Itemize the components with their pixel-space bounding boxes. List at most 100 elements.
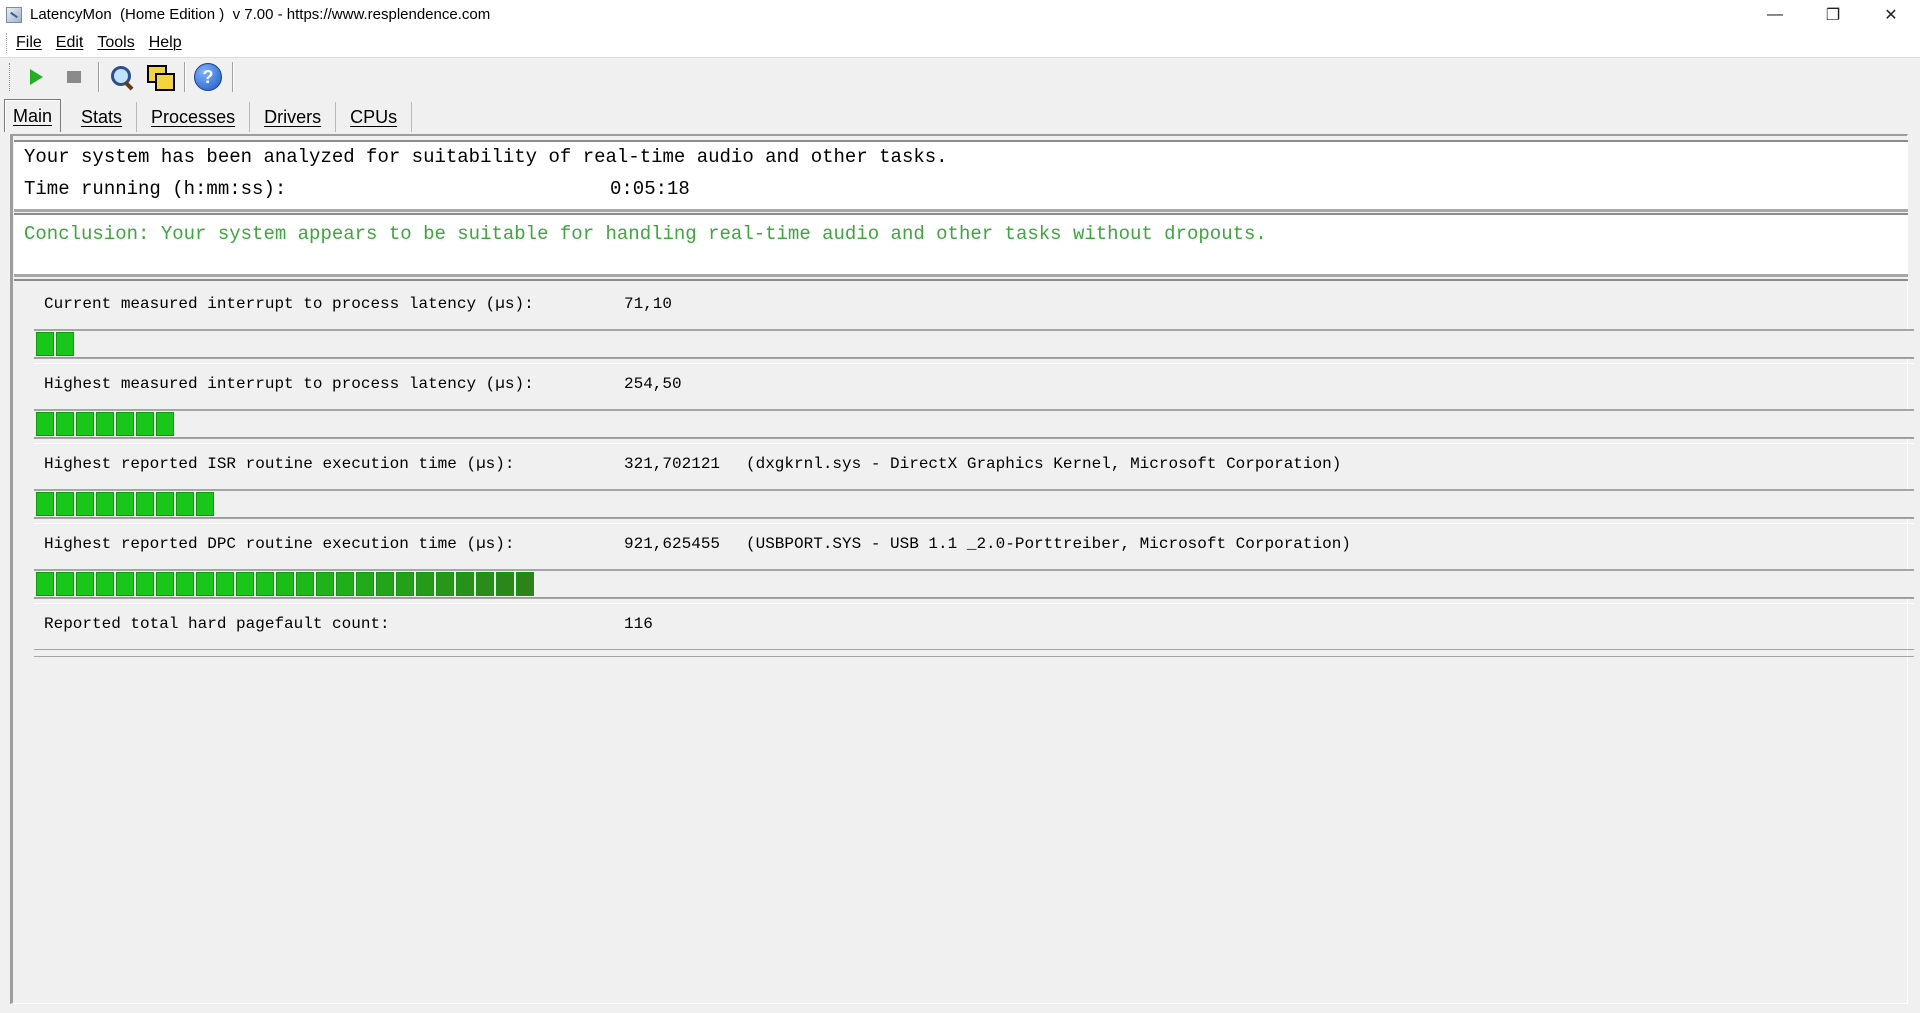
metric-value: 116: [624, 615, 653, 633]
toolbar-separator: [98, 62, 100, 92]
bar-segment: [56, 572, 74, 596]
menu-file[interactable]: File: [16, 34, 42, 52]
play-icon: [29, 69, 43, 85]
help-button[interactable]: ?: [192, 61, 224, 93]
metrics-area: Current measured interrupt to process la…: [14, 279, 1914, 1001]
toolbar-grip: [9, 63, 12, 91]
analyze-icon: [109, 64, 135, 91]
menu-edit[interactable]: Edit: [56, 34, 84, 52]
time-running-label: Time running (h:mm:ss):: [24, 178, 287, 200]
stop-icon: [67, 71, 81, 83]
bar-segment: [36, 492, 54, 516]
bar-segment: [136, 492, 154, 516]
stop-button[interactable]: [58, 61, 90, 93]
conclusion-text: Conclusion: Your system appears to be su…: [24, 223, 1267, 245]
bar-segment: [216, 572, 234, 596]
app-icon: [6, 6, 22, 23]
bar-segment: [396, 572, 414, 596]
bar-segment: [296, 572, 314, 596]
tab-stats[interactable]: Stats: [67, 102, 138, 132]
time-running-value: 0:05:18: [610, 178, 690, 200]
bar-segment: [376, 572, 394, 596]
bar-segment: [476, 572, 494, 596]
bar-segment: [76, 572, 94, 596]
menu-help[interactable]: Help: [149, 34, 182, 52]
bar-segment: [116, 492, 134, 516]
menu-grip: [6, 33, 10, 53]
latency-bar: [34, 569, 1914, 604]
metric-value: 321,702121: [624, 455, 721, 473]
bar-segment: [256, 572, 274, 596]
toolbar-separator: [184, 62, 186, 92]
latency-bar: [34, 489, 1914, 524]
window-title: LatencyMon (Home Edition ) v 7.00 - http…: [30, 6, 491, 23]
bar-segment: [116, 412, 134, 436]
bar-segment: [36, 572, 54, 596]
conclusion-box: Conclusion: Your system appears to be su…: [14, 213, 1908, 277]
bar-segment: [156, 412, 174, 436]
summary-box: Your system has been analyzed for suitab…: [14, 140, 1908, 212]
tab-strip: Main Stats Processes Drivers CPUs: [0, 96, 1920, 132]
metric-label: Highest measured interrupt to process la…: [44, 375, 534, 393]
bar-segment: [316, 572, 334, 596]
bar-segment: [276, 572, 294, 596]
bar-segment: [176, 492, 194, 516]
bar-fill: [36, 412, 176, 436]
metric-label: Highest reported ISR routine execution t…: [44, 455, 515, 473]
summary-text: Your system has been analyzed for suitab…: [24, 146, 948, 168]
bar-segment: [156, 492, 174, 516]
bar-segment: [136, 572, 154, 596]
bar-segment: [356, 572, 374, 596]
help-icon: ?: [194, 63, 222, 91]
metric-value: 921,625455: [624, 535, 721, 553]
title-bar: LatencyMon (Home Edition ) v 7.00 - http…: [0, 0, 1920, 29]
bar-segment: [336, 572, 354, 596]
windows-button[interactable]: [144, 61, 176, 93]
menu-bar: File Edit Tools Help: [0, 29, 1920, 58]
menu-tools[interactable]: Tools: [97, 34, 134, 52]
bar-segment: [496, 572, 514, 596]
bar-segment: [96, 572, 114, 596]
bar-fill: [36, 332, 76, 356]
bar-segment: [36, 332, 54, 356]
bar-segment: [436, 572, 454, 596]
windows-icon: [147, 65, 175, 91]
metric-value: 254,50: [624, 375, 682, 393]
close-button[interactable]: ✕: [1862, 0, 1920, 29]
metric-value: 71,10: [624, 295, 673, 313]
bar-segment: [516, 572, 534, 596]
bar-segment: [196, 572, 214, 596]
toolbar-separator: [232, 62, 234, 92]
bar-segment: [76, 492, 94, 516]
bar-fill: [36, 572, 536, 596]
tab-main[interactable]: Main: [4, 99, 62, 132]
bar-segment: [136, 412, 154, 436]
bar-segment: [456, 572, 474, 596]
tab-processes[interactable]: Processes: [137, 102, 251, 132]
start-button[interactable]: [20, 61, 52, 93]
minimize-button[interactable]: —: [1746, 0, 1804, 29]
bar-segment: [416, 572, 434, 596]
metric-detail: (dxgkrnl.sys - DirectX Graphics Kernel, …: [746, 455, 1342, 473]
bar-segment: [76, 412, 94, 436]
metric-label: Reported total hard pagefault count:: [44, 615, 390, 633]
bar-segment: [156, 572, 174, 596]
latency-bar: [34, 409, 1914, 444]
metric-detail: (USBPORT.SYS - USB 1.1 _2.0-Porttreiber,…: [746, 535, 1351, 553]
bar-segment: [56, 412, 74, 436]
bar-segment: [56, 492, 74, 516]
bar-segment: [236, 572, 254, 596]
window-controls: — ❐ ✕: [1746, 0, 1920, 29]
restore-button[interactable]: ❐: [1804, 0, 1862, 29]
bar-segment: [116, 572, 134, 596]
bar-segment: [96, 492, 114, 516]
latency-bar: [34, 329, 1914, 364]
tab-cpus[interactable]: CPUs: [336, 102, 413, 132]
bar-segment: [176, 572, 194, 596]
bar-segment: [196, 492, 214, 516]
metric-label: Highest reported DPC routine execution t…: [44, 535, 515, 553]
analyze-button[interactable]: [106, 61, 138, 93]
tab-drivers[interactable]: Drivers: [250, 102, 337, 132]
bar-segment: [56, 332, 74, 356]
toolbar: ?: [0, 58, 1920, 96]
